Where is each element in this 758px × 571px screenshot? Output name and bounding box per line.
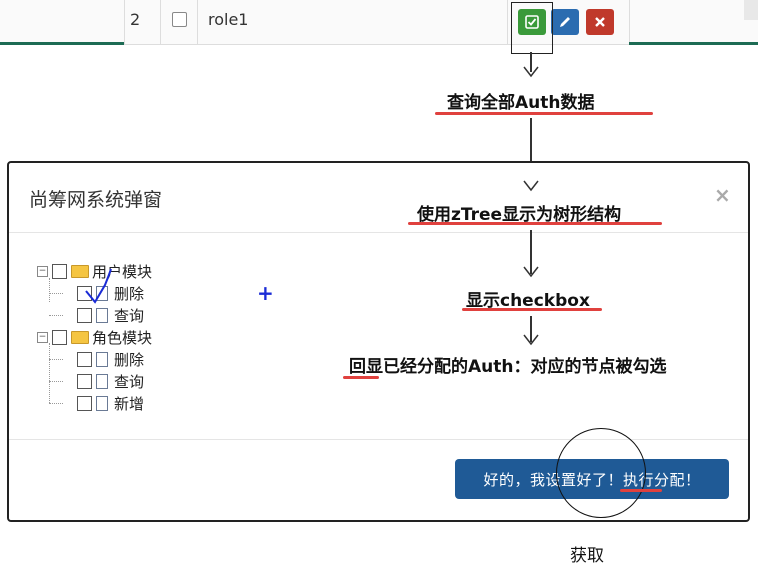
table-row-background [0, 0, 758, 45]
red-underline [462, 308, 602, 311]
role-name: role1 [208, 10, 249, 29]
modal-title: 尚筹网系统弹窗 [29, 189, 163, 211]
tree-node-label: 查询 [114, 306, 145, 325]
tree-connector [49, 293, 63, 295]
tree-connector [49, 315, 63, 317]
pencil-icon [560, 17, 570, 27]
cell-divider [160, 0, 161, 44]
collapse-toggle-icon[interactable]: − [37, 265, 48, 277]
highlight-circle [556, 428, 646, 518]
arrow-down-icon [523, 180, 539, 192]
highlight-box [511, 2, 553, 54]
document-icon [96, 373, 108, 389]
cell-divider [629, 0, 630, 44]
tree-checkbox[interactable] [52, 329, 67, 345]
arrow-down-icon [523, 266, 539, 278]
red-underline [343, 376, 379, 379]
tree-connector [49, 403, 63, 405]
tree-checkbox[interactable] [77, 373, 92, 389]
annotation-step4: 回显已经分配的Auth：对应的节点被勾选 [349, 357, 667, 377]
red-underline [435, 112, 653, 115]
tree-connector [49, 343, 51, 403]
handwritten-check-icon [85, 268, 112, 304]
edit-button[interactable] [551, 9, 579, 35]
tree-node-label: 查询 [114, 372, 145, 391]
arrow-down-icon [523, 334, 539, 346]
document-icon [96, 307, 108, 323]
document-icon [96, 351, 108, 367]
cell-divider [507, 0, 508, 44]
tree-checkbox[interactable] [77, 351, 92, 367]
table-divider-line [629, 42, 758, 45]
tree-connector [49, 381, 63, 383]
document-icon [96, 395, 108, 411]
tree-checkbox[interactable] [77, 395, 92, 411]
row-index: 2 [130, 10, 141, 29]
tree-connector [49, 278, 51, 302]
scrollbar-edge[interactable] [744, 0, 758, 20]
cell-divider [197, 0, 198, 44]
role-table-row: 2 role1 [0, 0, 758, 54]
row-checkbox[interactable] [172, 12, 187, 27]
collapse-toggle-icon[interactable]: − [37, 331, 48, 343]
modal-header-divider [9, 232, 748, 233]
tree-node-label: 删除 [114, 350, 145, 369]
modal-close-button[interactable]: × [714, 183, 731, 207]
tree-node-label: 角色模块 [92, 328, 153, 347]
modal-footer-divider [9, 439, 748, 440]
annotation-step1: 查询全部Auth数据 [447, 93, 595, 113]
tree-node-leaf[interactable]: 查询 [77, 305, 144, 325]
tree-node-leaf[interactable]: 删除 [77, 349, 144, 369]
red-underline [620, 489, 662, 492]
tree-node-leaf[interactable]: 查询 [77, 371, 144, 391]
tree-checkbox[interactable] [52, 263, 67, 279]
tree-node-label: 新增 [114, 394, 145, 413]
table-divider-line [0, 42, 124, 45]
tree-connector [49, 359, 63, 361]
close-icon [595, 17, 605, 27]
plus-marker: + [257, 281, 274, 305]
tree-checkbox[interactable] [77, 307, 92, 323]
folder-icon [71, 330, 89, 344]
delete-button[interactable] [586, 9, 614, 35]
red-underline [408, 222, 662, 225]
arrow-down-icon [523, 66, 539, 78]
tree-node-leaf[interactable]: 新增 [77, 393, 144, 413]
cell-divider [124, 0, 125, 44]
annotation-fetch: 获取 [570, 546, 604, 566]
tree-node-group[interactable]: − 角色模块 [37, 327, 152, 347]
